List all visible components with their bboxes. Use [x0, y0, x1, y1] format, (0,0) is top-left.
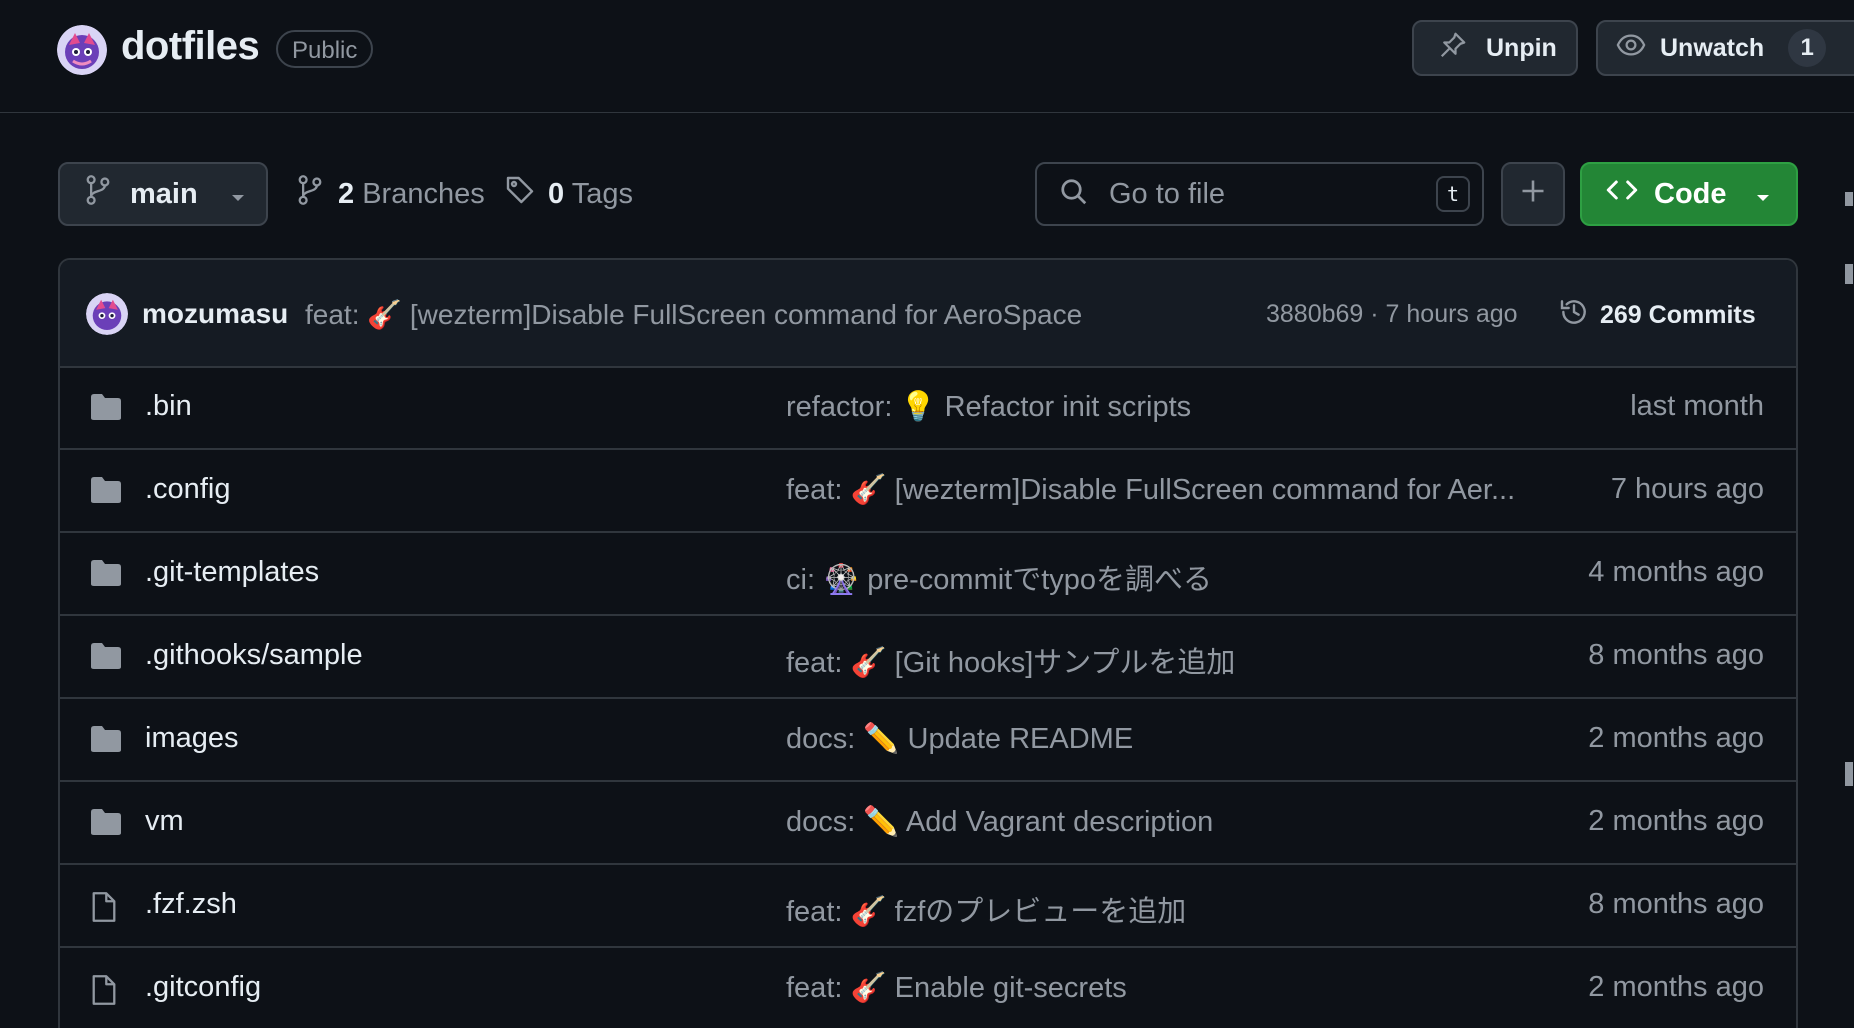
chevron-down-icon — [230, 178, 246, 211]
folder-icon — [90, 642, 122, 670]
file-row-fzf-zsh[interactable]: .fzf.zsh feat: 🎸 fzfのプレビューを追加 8 months ago — [60, 864, 1796, 948]
file-commit-time: 4 months ago — [1588, 556, 1764, 588]
plus-icon — [1519, 177, 1547, 212]
file-name[interactable]: .githooks/sample — [145, 639, 363, 672]
owner-avatar[interactable] — [57, 25, 107, 75]
sidebar-fragment — [1845, 264, 1853, 284]
file-commit-message[interactable]: feat: 🎸 [Git hooks]サンプルを追加 — [786, 639, 1235, 681]
keyboard-shortcut-hint: t — [1436, 176, 1470, 212]
file-commit-time: last month — [1630, 390, 1764, 422]
file-row-images[interactable]: images docs: ✏️ Update README 2 months ago — [60, 698, 1796, 782]
file-icon — [90, 974, 122, 1005]
file-row-bin[interactable]: .bin refactor: 💡 Refactor init scripts las… — [60, 366, 1796, 450]
unwatch-button[interactable]: Unwatch 1 — [1596, 20, 1854, 76]
file-row-git-templates[interactable]: .git-templates ci: 🎡 pre-commitでtypoを調べる 4… — [60, 532, 1796, 616]
file-row-vm[interactable]: vm docs: ✏️ Add Vagrant description 2 mont… — [60, 781, 1796, 865]
file-commit-time: 2 months ago — [1588, 722, 1764, 754]
tags-link[interactable]: 0 Tags — [504, 174, 633, 214]
commits-count: 269 Commits — [1600, 301, 1756, 329]
folder-icon — [90, 393, 122, 421]
latest-commit-bar: mozumasu feat: 🎸 [wezterm]Disable FullSc… — [60, 260, 1796, 368]
unpin-button[interactable]: Unpin — [1412, 20, 1578, 76]
commit-author[interactable]: mozumasu — [142, 298, 288, 330]
file-commit-time: 7 hours ago — [1610, 473, 1764, 505]
author-avatar[interactable] — [86, 293, 128, 335]
file-name[interactable]: .bin — [145, 390, 192, 423]
chevron-down-icon — [1755, 178, 1771, 211]
branches-count: 2 — [338, 177, 355, 210]
watch-count: 1 — [1788, 29, 1827, 67]
file-commit-message[interactable]: feat: 🎸 fzfのプレビューを追加 — [786, 888, 1186, 930]
file-row-gitconfig[interactable]: .gitconfig feat: 🎸 Enable git-secrets 2 mo… — [60, 947, 1796, 1028]
code-icon — [1606, 176, 1638, 212]
commit-hash-time[interactable]: 3880b69 · 7 hours ago — [1266, 300, 1518, 329]
branches-link[interactable]: 2 Branches — [296, 174, 485, 214]
git-branch-icon — [84, 174, 112, 214]
current-branch: main — [130, 177, 198, 210]
file-name[interactable]: .config — [145, 473, 230, 506]
sidebar-fragment — [1845, 762, 1853, 786]
go-to-file-search[interactable]: t — [1035, 162, 1484, 226]
file-commit-message[interactable]: ci: 🎡 pre-commitでtypoを調べる — [786, 556, 1212, 598]
add-file-button[interactable] — [1501, 162, 1565, 226]
unwatch-label: Unwatch — [1660, 33, 1765, 62]
repo-header: dotfiles Public Unpin Unwatch 1 — [0, 0, 1854, 113]
file-commit-message[interactable]: docs: ✏️ Update README — [786, 722, 1133, 756]
folder-icon — [90, 559, 122, 587]
github-repo-page: dotfiles Public Unpin Unwatch 1 main 2 B… — [0, 0, 1854, 1028]
pin-icon — [1438, 30, 1468, 67]
file-name[interactable]: .git-templates — [145, 556, 319, 589]
search-icon — [1059, 177, 1089, 212]
git-branch-icon — [296, 174, 324, 214]
file-commit-message[interactable]: refactor: 💡 Refactor init scripts — [786, 390, 1191, 424]
commit-message[interactable]: feat: 🎸 [wezterm]Disable FullScreen comm… — [305, 298, 1082, 331]
eye-icon — [1616, 30, 1646, 67]
file-commit-time: 8 months ago — [1588, 639, 1764, 671]
file-commit-message[interactable]: docs: ✏️ Add Vagrant description — [786, 805, 1213, 839]
folder-icon — [90, 808, 122, 836]
commits-history-link[interactable]: 269 Commits — [1558, 296, 1756, 335]
file-icon — [90, 891, 122, 922]
unpin-label: Unpin — [1486, 33, 1557, 62]
file-name[interactable]: .fzf.zsh — [145, 888, 237, 921]
branches-label: Branches — [362, 177, 485, 210]
file-row-config[interactable]: .config feat: 🎸 [wezterm]Disable FullScre… — [60, 449, 1796, 533]
file-row-githooks-sample[interactable]: .githooks/sample feat: 🎸 [Git hooks]サンプルを… — [60, 615, 1796, 699]
tags-count: 0 — [548, 177, 565, 210]
branch-select-button[interactable]: main — [58, 162, 268, 226]
file-commit-time: 2 months ago — [1588, 805, 1764, 837]
folder-icon — [90, 476, 122, 504]
history-icon — [1558, 296, 1590, 335]
repo-name[interactable]: dotfiles — [121, 24, 260, 69]
file-browser: mozumasu feat: 🎸 [wezterm]Disable FullSc… — [58, 258, 1798, 1028]
file-name[interactable]: .gitconfig — [145, 971, 261, 1004]
code-label: Code — [1654, 177, 1727, 210]
folder-icon — [90, 725, 122, 753]
file-commit-time: 2 months ago — [1588, 971, 1764, 1003]
visibility-badge: Public — [276, 30, 374, 68]
file-commit-time: 8 months ago — [1588, 888, 1764, 920]
code-button[interactable]: Code — [1580, 162, 1798, 226]
file-name[interactable]: vm — [145, 805, 184, 838]
sidebar-fragment — [1845, 192, 1853, 206]
file-commit-message[interactable]: feat: 🎸 Enable git-secrets — [786, 971, 1127, 1005]
file-name[interactable]: images — [145, 722, 239, 755]
file-commit-message[interactable]: feat: 🎸 [wezterm]Disable FullScreen comm… — [786, 473, 1515, 507]
tags-label: Tags — [571, 177, 633, 210]
tag-icon — [504, 174, 536, 214]
search-input[interactable] — [1107, 176, 1431, 212]
